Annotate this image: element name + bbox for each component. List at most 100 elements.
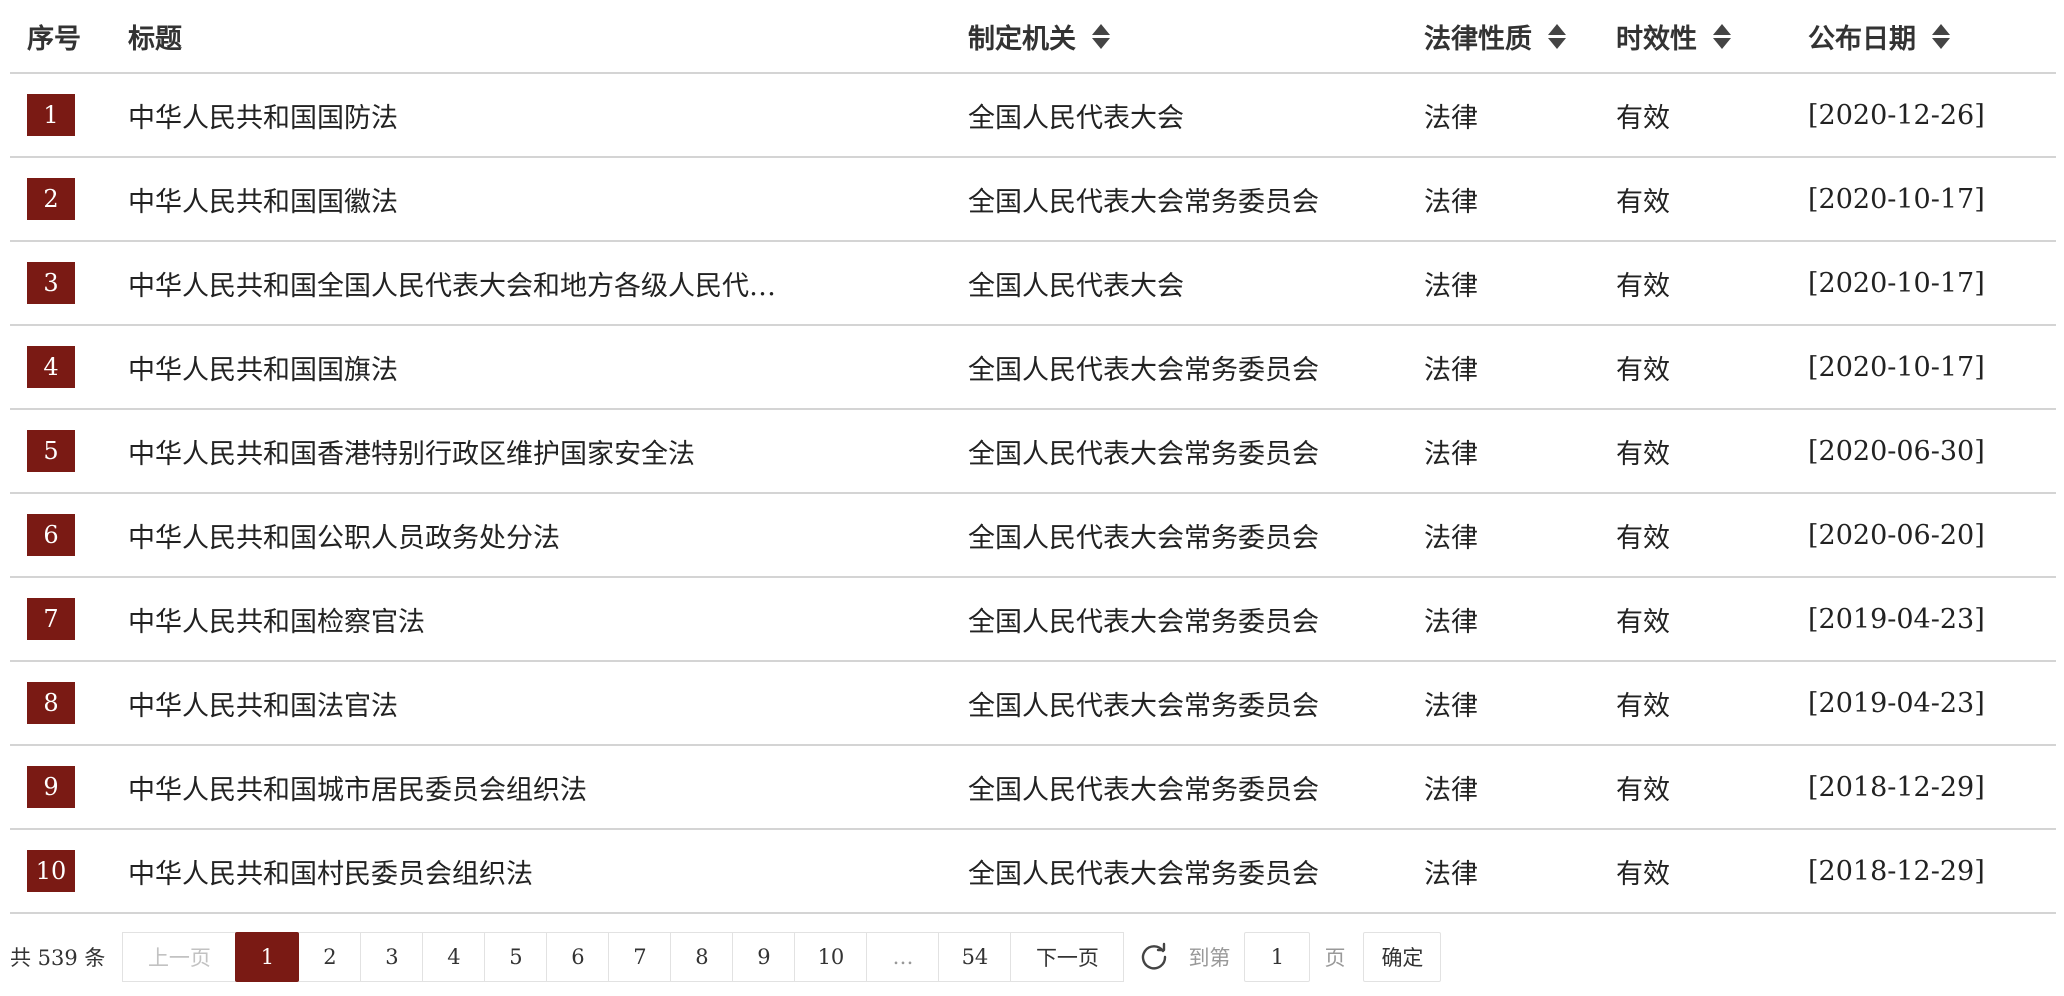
row-title-cell: 中华人民共和国城市居民委员会组织法 [128,745,968,830]
header-date[interactable]: 公布日期 [1808,0,2056,74]
row-date: [2020-10-17] [1808,325,2056,410]
row-date: [2019-04-23] [1808,577,2056,662]
row-org: 全国人民代表大会 [968,73,1424,158]
row-date: [2020-10-17] [1808,157,2056,242]
row-number-badge: 10 [27,850,75,892]
row-nature: 法律 [1424,829,1616,914]
sort-icon[interactable] [1092,23,1110,49]
page-button[interactable]: 54 [938,932,1012,982]
goto-unit: 页 [1324,946,1346,970]
row-date: [2020-06-20] [1808,493,2056,578]
refresh-icon[interactable] [1138,941,1170,973]
row-nature: 法律 [1424,409,1616,494]
row-number-cell: 8 [10,661,128,746]
table-row: 6 中华人民共和国公职人员政务处分法 全国人民代表大会常务委员会 法律 有效 [2020-… [10,493,2056,578]
row-title-cell: 中华人民共和国国旗法 [128,325,968,410]
law-title-link[interactable]: 中华人民共和国检察官法 [128,607,425,638]
table-row: 4 中华人民共和国国旗法 全国人民代表大会常务委员会 法律 有效 [2020-10-17] [10,325,2056,410]
row-title-cell: 中华人民共和国公职人员政务处分法 [128,493,968,578]
row-number-badge: 6 [27,514,75,556]
row-number-badge: 5 [27,430,75,472]
sort-icon[interactable] [1548,23,1566,49]
law-table: 序号 标题 制定机关 法律性质 时效性 公布日期 1 中华人民共和国国防法 全国… [10,0,2056,914]
header-no: 序号 [10,0,128,74]
law-title-link[interactable]: 中华人民共和国村民委员会组织法 [128,859,533,890]
row-number-badge: 7 [27,598,75,640]
row-number-cell: 4 [10,325,128,410]
row-validity: 有效 [1616,577,1808,662]
row-org: 全国人民代表大会常务委员会 [968,157,1424,242]
row-number-badge: 4 [27,346,75,388]
prev-page-button[interactable]: 上一页 [122,932,237,982]
header-nature[interactable]: 法律性质 [1424,0,1616,74]
row-validity: 有效 [1616,73,1808,158]
table-row: 7 中华人民共和国检察官法 全国人民代表大会常务委员会 法律 有效 [2019-04-23… [10,577,2056,662]
header-validity[interactable]: 时效性 [1616,0,1808,74]
page-button[interactable]: 3 [360,932,424,982]
row-date: [2020-06-30] [1808,409,2056,494]
law-title-link[interactable]: 中华人民共和国城市居民委员会组织法 [128,775,587,806]
law-title-link[interactable]: 中华人民共和国公职人员政务处分法 [128,523,560,554]
sort-icon[interactable] [1932,23,1950,49]
law-title-link[interactable]: 中华人民共和国法官法 [128,691,398,722]
law-title-link[interactable]: 中华人民共和国国旗法 [128,355,398,386]
page-button[interactable]: 5 [484,932,548,982]
page-button[interactable]: 7 [608,932,672,982]
row-number-cell: 5 [10,409,128,494]
law-title-link[interactable]: 中华人民共和国香港特别行政区维护国家安全法 [128,439,695,470]
goto-page-input[interactable] [1244,932,1311,982]
row-nature: 法律 [1424,241,1616,326]
row-number-cell: 2 [10,157,128,242]
next-page-button[interactable]: 下一页 [1010,932,1125,982]
page-button[interactable]: 1 [235,932,300,982]
row-org: 全国人民代表大会常务委员会 [968,829,1424,914]
page-ellipsis: … [866,932,940,982]
table-row: 9 中华人民共和国城市居民委员会组织法 全国人民代表大会常务委员会 法律 有效 [2018… [10,745,2056,830]
confirm-button[interactable]: 确定 [1363,932,1442,982]
sort-icon[interactable] [1713,23,1731,49]
page-button[interactable]: 4 [422,932,486,982]
row-validity: 有效 [1616,829,1808,914]
page-button[interactable]: 9 [732,932,796,982]
row-org: 全国人民代表大会常务委员会 [968,577,1424,662]
row-nature: 法律 [1424,493,1616,578]
page-button[interactable]: 2 [298,932,362,982]
row-date: [2018-12-29] [1808,745,2056,830]
row-number-cell: 7 [10,577,128,662]
row-nature: 法律 [1424,325,1616,410]
row-title-cell: 中华人民共和国香港特别行政区维护国家安全法 [128,409,968,494]
row-nature: 法律 [1424,577,1616,662]
row-nature: 法律 [1424,73,1616,158]
row-org: 全国人民代表大会常务委员会 [968,409,1424,494]
page-button[interactable]: 8 [670,932,734,982]
table-row: 3 中华人民共和国全国人民代表大会和地方各级人民代… 全国人民代表大会 法律 有效 [20… [10,241,2056,326]
row-number-badge: 3 [27,262,75,304]
header-title: 标题 [128,0,968,74]
row-nature: 法律 [1424,661,1616,746]
row-number-cell: 3 [10,241,128,326]
header-nature-label: 法律性质 [1424,23,1532,55]
law-list: 序号 标题 制定机关 法律性质 时效性 公布日期 1 中华人民共和国国防法 全国… [10,0,2056,914]
row-date: [2020-10-17] [1808,241,2056,326]
law-title-link[interactable]: 中华人民共和国国防法 [128,103,398,134]
row-validity: 有效 [1616,745,1808,830]
row-org: 全国人民代表大会常务委员会 [968,661,1424,746]
header-org[interactable]: 制定机关 [968,0,1424,74]
row-validity: 有效 [1616,493,1808,578]
table-header-row: 序号 标题 制定机关 法律性质 时效性 公布日期 [10,0,2056,74]
row-date: [2019-04-23] [1808,661,2056,746]
row-validity: 有效 [1616,409,1808,494]
table-row: 5 中华人民共和国香港特别行政区维护国家安全法 全国人民代表大会常务委员会 法律 有效[… [10,409,2056,494]
page-button[interactable]: 10 [794,932,868,982]
row-title-cell: 中华人民共和国全国人民代表大会和地方各级人民代… [128,241,968,326]
row-number-cell: 6 [10,493,128,578]
row-validity: 有效 [1616,325,1808,410]
header-org-label: 制定机关 [968,23,1076,55]
row-number-badge: 2 [27,178,75,220]
table-body: 1 中华人民共和国国防法 全国人民代表大会 法律 有效 [2020-12-26] 2 中华人民… [10,73,2056,914]
law-title-link[interactable]: 中华人民共和国全国人民代表大会和地方各级人民代… [128,271,776,302]
page-button[interactable]: 6 [546,932,610,982]
law-title-link[interactable]: 中华人民共和国国徽法 [128,187,398,218]
row-org: 全国人民代表大会常务委员会 [968,325,1424,410]
header-validity-label: 时效性 [1616,23,1697,55]
